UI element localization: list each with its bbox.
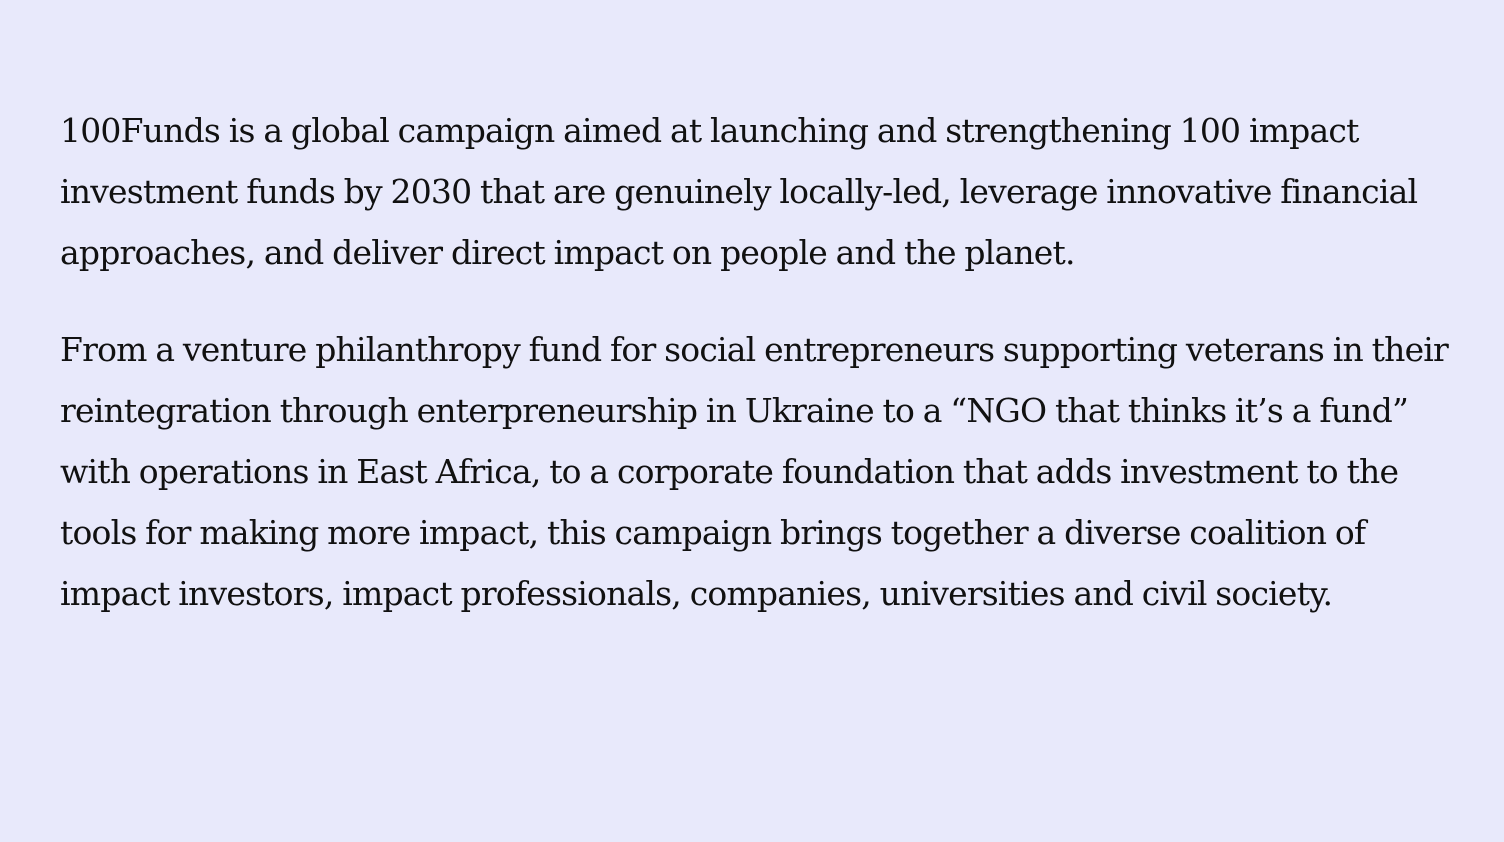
intro-paragraph: 100Funds is a global campaign aimed at l… <box>60 111 1418 272</box>
text-content: 100Funds is a global campaign aimed at l… <box>60 100 1460 624</box>
coalition-paragraph: From a venture philanthropy fund for soc… <box>60 330 1449 613</box>
